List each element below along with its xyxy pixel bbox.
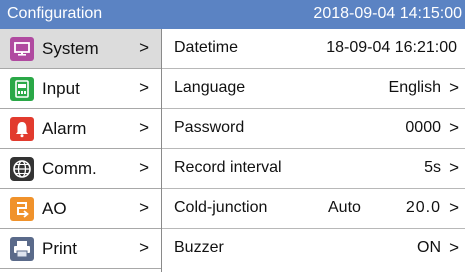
sidebar-item-label: Print [42,238,77,258]
chevron-right-icon: > [139,118,149,137]
cold-junction-value: 20.0 [405,199,441,216]
chevron-right-icon: > [139,198,149,217]
datetime-value: 18-09-04 16:21:00 [326,39,457,56]
sidebar-item-comm[interactable]: Comm. > [0,149,161,189]
page-title: Configuration [7,5,103,22]
setting-row-datetime[interactable]: Datetime 18-09-04 16:21:00 [162,29,465,69]
sidebar-item-label: System [42,38,99,58]
chevron-right-icon: > [139,158,149,177]
chevron-right-icon: > [449,78,459,97]
sidebar: System > Input > Alarm > Comm. > AO > Pr… [0,29,162,272]
chevron-right-icon: > [449,198,459,217]
globe-icon [10,156,34,181]
chevron-right-icon: > [449,118,459,137]
sidebar-item-label: AO [42,198,67,218]
language-value: English [388,79,441,96]
setting-label: Record interval [174,159,282,176]
chevron-right-icon: > [449,158,459,177]
chevron-right-icon: > [449,238,459,257]
chevron-right-icon: > [139,78,149,97]
sidebar-item-label: Alarm [42,118,87,138]
input-card-icon [10,76,34,101]
setting-label: Buzzer [174,239,224,256]
sidebar-item-label: Input [42,78,80,98]
chevron-right-icon: > [139,38,149,57]
setting-row-cold-junction[interactable]: Cold-junction Auto 20.0 > [162,189,465,229]
sidebar-item-system[interactable]: System > [0,29,161,69]
setting-label: Language [174,79,246,96]
system-clock: 2018-09-04 14:15:00 [313,5,462,22]
sidebar-item-print[interactable]: Print > [0,229,161,269]
buzzer-value: ON [417,239,441,256]
record-interval-value: 5s [424,159,441,176]
setting-row-language[interactable]: Language English > [162,69,465,109]
title-bar: Configuration 2018-09-04 14:15:00 [0,0,465,29]
setting-label: Datetime [174,39,239,56]
setting-row-buzzer[interactable]: Buzzer ON > [162,229,465,269]
password-value: 0000 [405,119,441,136]
printer-icon [10,236,34,261]
output-icon [10,196,34,221]
setting-label: Cold-junction [174,199,268,216]
setting-row-record-interval[interactable]: Record interval 5s > [162,149,465,189]
sidebar-item-alarm[interactable]: Alarm > [0,109,161,149]
sidebar-item-label: Comm. [42,158,97,178]
sidebar-item-input[interactable]: Input > [0,69,161,109]
sidebar-item-ao[interactable]: AO > [0,189,161,229]
chevron-right-icon: > [139,238,149,257]
settings-panel: Datetime 18-09-04 16:21:00 Language Engl… [162,29,465,272]
setting-row-password[interactable]: Password 0000 > [162,109,465,149]
bell-icon [10,116,34,141]
monitor-icon [10,36,34,61]
setting-label: Password [174,119,245,136]
cold-junction-mode: Auto [328,199,361,216]
